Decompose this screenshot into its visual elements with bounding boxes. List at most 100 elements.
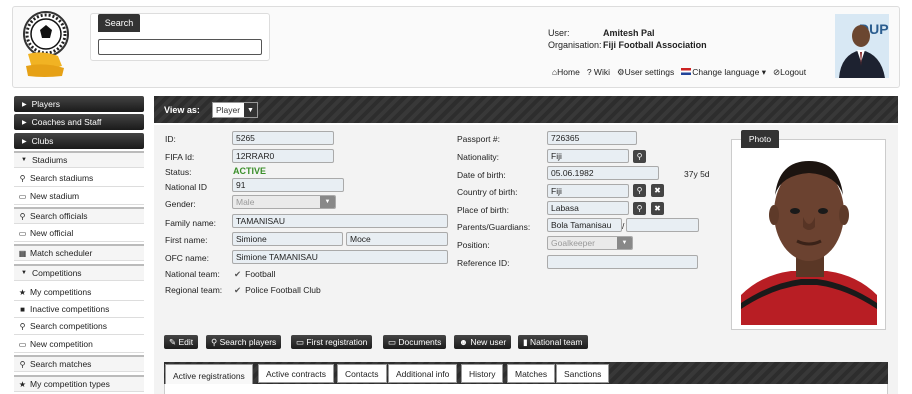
- search-players-button[interactable]: ⚲ Search players: [206, 335, 282, 349]
- place-of-birth-search-icon[interactable]: ⚲: [633, 202, 646, 215]
- sidebar-item-inactive-competitions[interactable]: ■ Inactive competitions: [14, 301, 144, 318]
- tab-matches[interactable]: Matches: [507, 364, 556, 383]
- tab-history[interactable]: History: [461, 364, 504, 383]
- player-photo[interactable]: [741, 155, 877, 325]
- lock-icon: ■: [20, 304, 25, 314]
- national-team-label: National team:: [165, 269, 220, 279]
- sidebar-item-label: Search stadiums: [30, 173, 94, 183]
- tab-active-contracts[interactable]: Active contracts: [258, 364, 334, 383]
- star-icon: ★: [18, 379, 27, 389]
- nav-user-settings[interactable]: ⚙User settings: [617, 67, 674, 78]
- search-icon: ⚲: [19, 359, 26, 369]
- sidebar-item-competitions[interactable]: ▼ Competitions: [14, 264, 144, 281]
- sidebar-item-label: New competition: [30, 339, 93, 349]
- sidebar-item-players[interactable]: ▶ Players: [14, 96, 144, 112]
- new-user-button[interactable]: ☻ New user: [454, 335, 512, 349]
- reference-id-field[interactable]: [547, 255, 698, 269]
- country-of-birth-field[interactable]: Fiji: [547, 184, 629, 198]
- sidebar-item-search-matches[interactable]: ⚲ Search matches: [14, 355, 144, 372]
- parents-field-2[interactable]: [626, 218, 699, 232]
- pencil-icon: ✎: [169, 336, 179, 347]
- nav-wiki-label: Wiki: [593, 67, 610, 77]
- regional-team-value: ✔ Police Football Club: [234, 285, 321, 296]
- triangle-right-icon: ▶: [22, 138, 27, 145]
- nav-change-language[interactable]: Change language ▾: [681, 67, 766, 78]
- sidebar-item-new-stadium[interactable]: ▭ New stadium: [14, 188, 144, 205]
- chevron-down-icon: ▼: [320, 196, 335, 208]
- organisation-label: Organisation:: [548, 40, 602, 50]
- edit-button-label: Edit: [178, 337, 194, 347]
- view-as-value: Player: [216, 105, 241, 115]
- sidebar-item-label: My competitions: [30, 287, 92, 297]
- check-icon: ✔: [234, 285, 242, 295]
- sidebar-item-new-official[interactable]: ▭ New official: [14, 225, 144, 242]
- triangle-right-icon: ▶: [22, 101, 27, 108]
- sidebar-item-label: Match scheduler: [30, 248, 93, 258]
- date-of-birth-field[interactable]: 05.06.1982: [547, 166, 659, 180]
- sidebar-item-label: Coaches and Staff: [31, 117, 102, 127]
- nav-logout[interactable]: ⊘Logout: [773, 67, 806, 78]
- search-icon: ⚲: [19, 211, 26, 221]
- tab-sanctions[interactable]: Sanctions: [556, 364, 610, 383]
- sidebar-item-search-stadiums[interactable]: ⚲ Search stadiums: [14, 170, 144, 187]
- fifa-id-field[interactable]: 12RRAR0: [232, 149, 334, 163]
- trash-icon: ▮: [523, 336, 531, 347]
- first-name-field[interactable]: Simione: [232, 232, 343, 246]
- parents-label: Parents/Guardians:: [457, 222, 531, 232]
- country-of-birth-clear-icon[interactable]: ✖: [651, 184, 664, 197]
- sidebar-item-my-competitions[interactable]: ★ My competitions: [14, 284, 144, 301]
- sidebar-item-search-competitions[interactable]: ⚲ Search competitions: [14, 318, 144, 335]
- view-as-label: View as:: [164, 104, 200, 115]
- sidebar-item-match-scheduler[interactable]: ▦ Match scheduler: [14, 244, 144, 261]
- nav-home[interactable]: ⌂Home: [552, 67, 580, 78]
- view-as-select[interactable]: Player ▼: [212, 102, 258, 118]
- gender-label: Gender:: [165, 199, 196, 209]
- first-registration-button[interactable]: ▭ First registration: [291, 335, 373, 349]
- edit-button[interactable]: ✎ Edit: [164, 335, 199, 349]
- check-icon: ✔: [234, 269, 242, 279]
- middle-name-field[interactable]: Moce: [346, 232, 448, 246]
- national-team-button[interactable]: ▮ National team: [518, 335, 588, 349]
- place-of-birth-clear-icon[interactable]: ✖: [651, 202, 664, 215]
- national-id-field[interactable]: 91: [232, 178, 344, 192]
- sidebar-item-stadiums[interactable]: ▼ Stadiums: [14, 151, 144, 168]
- id-field[interactable]: 5265: [232, 131, 334, 145]
- sidebar-item-search-officials[interactable]: ⚲ Search officials: [14, 207, 144, 224]
- gender-select[interactable]: Male ▼: [232, 195, 336, 209]
- avatar[interactable]: DUP: [835, 14, 889, 78]
- search-input[interactable]: [98, 39, 262, 55]
- search-icon: ⚲: [19, 173, 26, 183]
- documents-button[interactable]: ▭ Documents: [383, 335, 447, 349]
- ofc-name-field[interactable]: Simione TAMANISAU: [232, 250, 448, 264]
- sidebar-item-new-competition[interactable]: ▭ New competition: [14, 336, 144, 353]
- tab-active-registrations[interactable]: Active registrations: [165, 364, 253, 386]
- position-value: Goalkeeper: [551, 238, 595, 248]
- tab-additional-info[interactable]: Additional info: [388, 364, 458, 383]
- position-select[interactable]: Goalkeeper ▼: [547, 236, 633, 250]
- user-icon: ☻: [459, 337, 471, 347]
- nav-home-label: Home: [557, 67, 580, 77]
- status-badge: ACTIVE: [233, 166, 267, 176]
- nav-wiki[interactable]: ? Wiki: [587, 67, 610, 78]
- family-name-field[interactable]: TAMANISAU: [232, 214, 448, 228]
- nationality-field[interactable]: Fiji: [547, 149, 629, 163]
- sidebar-item-label: Competitions: [31, 268, 82, 278]
- help-icon: ?: [586, 67, 594, 77]
- country-of-birth-search-icon[interactable]: ⚲: [633, 184, 646, 197]
- passport-field[interactable]: 726365: [547, 131, 637, 145]
- sidebar-item-label: Search competitions: [30, 321, 108, 331]
- nationality-search-icon[interactable]: ⚲: [633, 150, 646, 163]
- sidebar-item-clubs[interactable]: ▶ Clubs: [14, 133, 144, 149]
- sidebar-item-label: Stadiums: [31, 155, 68, 165]
- national-team-value: ✔ Football: [234, 269, 275, 280]
- search-icon: ⚲: [211, 336, 220, 347]
- nav-logout-label: Logout: [780, 67, 807, 77]
- document-icon: ▭: [18, 339, 27, 349]
- sidebar-item-my-competition-types[interactable]: ★ My competition types: [14, 375, 144, 392]
- fiji-football-association-logo[interactable]: [22, 10, 70, 86]
- sidebar-item-label: Search officials: [30, 211, 88, 221]
- parents-field-1[interactable]: Bola Tamanisau: [547, 218, 622, 232]
- tab-contacts[interactable]: Contacts: [337, 364, 387, 383]
- place-of-birth-field[interactable]: Labasa: [547, 201, 629, 215]
- sidebar-item-coaches-and-staff[interactable]: ▶ Coaches and Staff: [14, 114, 144, 130]
